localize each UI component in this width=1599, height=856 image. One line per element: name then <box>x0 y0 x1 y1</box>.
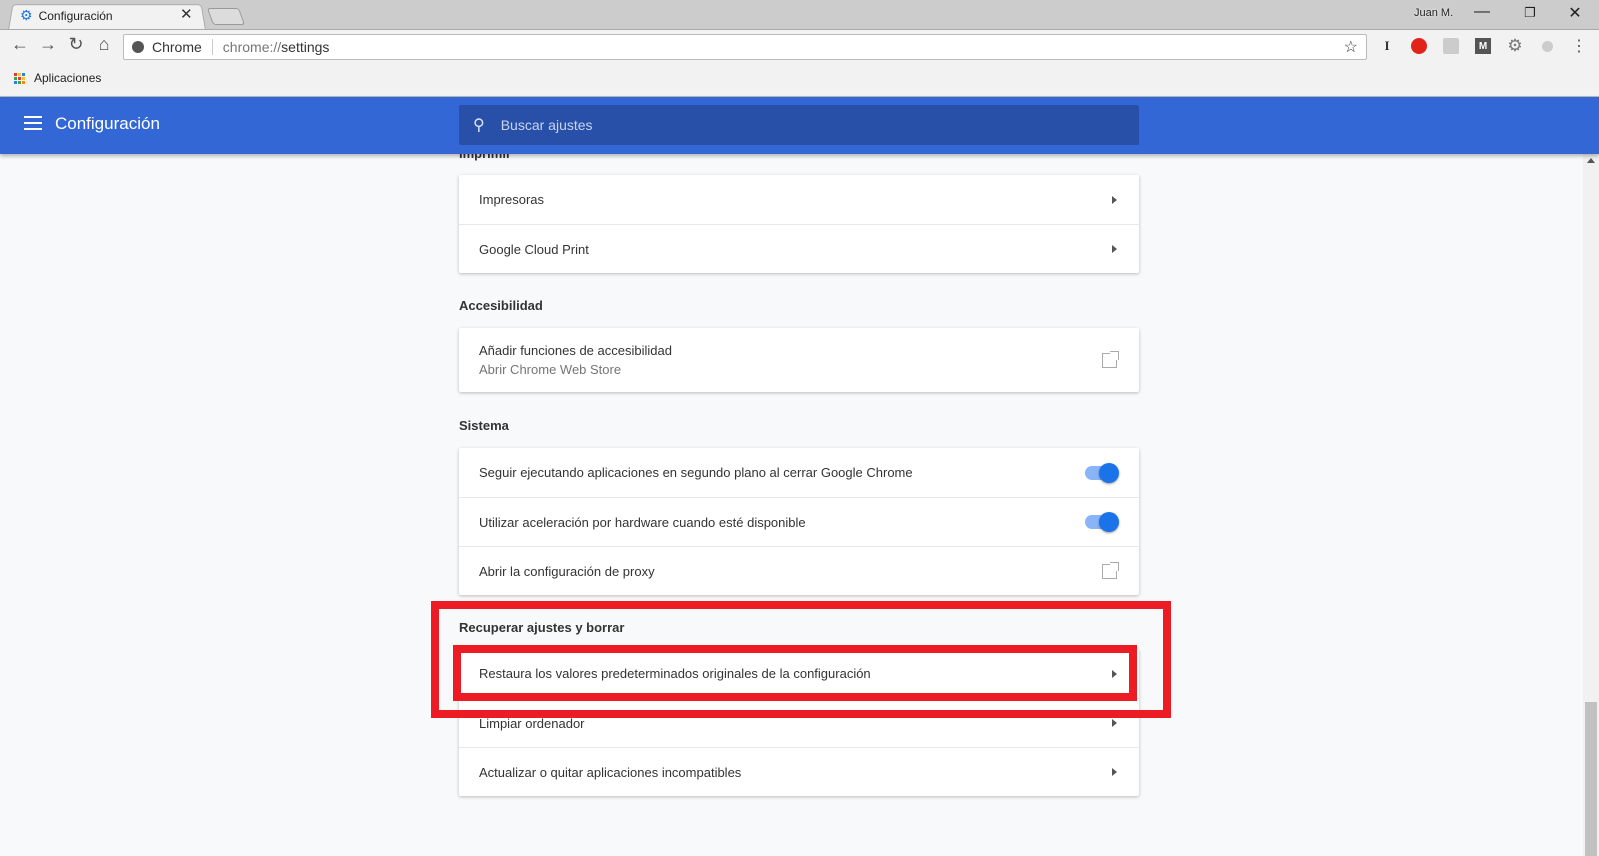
section-heading-accesibilidad: Accesibilidad <box>459 298 543 313</box>
row-label: Restaura los valores predeterminados ori… <box>479 666 871 681</box>
arrow-right-icon <box>1112 719 1117 727</box>
row-label: Utilizar aceleración por hardware cuando… <box>479 514 806 530</box>
tab-title: Configuración <box>38 8 113 23</box>
close-window-icon[interactable]: ✕ <box>1560 3 1590 23</box>
open-external-icon <box>1102 561 1119 579</box>
page-title: Configuración <box>55 114 160 133</box>
row-hardware-acceleration: Utilizar aceleración por hardware cuando… <box>459 497 1139 546</box>
row-google-cloud-print[interactable]: Google Cloud Print <box>459 224 1139 273</box>
minimize-icon[interactable]: — <box>1467 3 1497 21</box>
row-background-apps: Seguir ejecutando aplicaciones en segund… <box>459 448 1139 497</box>
instapaper-icon[interactable]: I <box>1377 36 1397 56</box>
tab-strip: ⚙ Configuración ✕ Juan M. — ❐ ✕ <box>0 0 1599 30</box>
arrow-right-icon <box>1112 669 1117 678</box>
adblock-icon[interactable] <box>1409 36 1429 56</box>
reload-icon[interactable]: ↻ <box>64 34 88 55</box>
url-prefix: chrome:// <box>222 39 282 55</box>
row-label: Google Cloud Print <box>479 241 589 257</box>
settings-header: Configuración ⚲ Buscar ajustes <box>0 97 1599 154</box>
tab-settings[interactable]: ⚙ Configuración <box>20 7 113 24</box>
new-tab-button[interactable] <box>206 8 246 25</box>
row-proxy-settings[interactable]: Abrir la configuración de proxy <box>459 546 1139 595</box>
url-path: settings <box>281 39 330 55</box>
row-accessibility-features[interactable]: Añadir funciones de accesibilidad Abrir C… <box>459 328 1139 392</box>
row-incompatible-apps[interactable]: Actualizar o quitar aplicaciones incompa… <box>459 747 1139 796</box>
close-tab-icon[interactable]: ✕ <box>180 5 193 23</box>
card-accesibilidad: Añadir funciones de accesibilidad Abrir C… <box>459 328 1139 392</box>
row-restore-defaults[interactable]: Restaura los valores predeterminados ori… <box>459 649 1139 698</box>
bookmark-label: Aplicaciones <box>34 71 102 85</box>
search-placeholder: Buscar ajustes <box>500 117 593 133</box>
section-heading-sistema: Sistema <box>459 418 509 433</box>
address-bar[interactable]: Chrome chrome://settings ☆ <box>123 34 1367 60</box>
star-icon[interactable]: ☆ <box>1344 37 1358 57</box>
extension-icon[interactable] <box>1537 36 1557 56</box>
row-impresoras[interactable]: Impresoras <box>459 175 1139 224</box>
menu-dots-icon[interactable]: ⋮ <box>1569 36 1589 56</box>
row-label: Añadir funciones de accesibilidad <box>479 343 672 358</box>
arrow-right-icon <box>1112 195 1117 204</box>
row-label: Impresoras <box>479 192 545 207</box>
row-sublabel: Abrir Chrome Web Store <box>479 362 622 377</box>
chrome-icon <box>132 41 144 53</box>
site-chip: Chrome <box>152 39 202 55</box>
forward-icon[interactable]: → <box>36 34 60 55</box>
open-external-icon <box>1102 350 1119 368</box>
scrollbar-thumb[interactable] <box>1585 702 1597 856</box>
search-icon: ⚲ <box>473 117 485 134</box>
search-input[interactable]: ⚲ Buscar ajustes <box>459 105 1139 145</box>
arrow-right-icon <box>1112 245 1117 253</box>
gear-icon: ⚙ <box>20 7 33 23</box>
divider <box>211 39 213 55</box>
scrollbar[interactable] <box>1583 154 1599 856</box>
card-imprimir: Impresoras Google Cloud Print <box>459 175 1139 273</box>
apps-grid-icon <box>14 72 25 84</box>
profile-button[interactable]: Juan M. <box>1414 7 1453 19</box>
arrow-right-icon <box>1112 768 1117 776</box>
bookmark-apps[interactable]: Aplicaciones <box>14 71 101 85</box>
restore-icon[interactable]: ❐ <box>1515 5 1545 21</box>
background-apps-toggle[interactable] <box>1085 462 1119 483</box>
rss-icon[interactable] <box>1441 36 1461 56</box>
card-sistema: Seguir ejecutando aplicaciones en segund… <box>459 448 1139 595</box>
card-recuperar: Restaura los valores predeterminados ori… <box>459 649 1139 796</box>
bookmarks-bar: Aplicaciones <box>0 63 1599 97</box>
mega-icon[interactable]: M <box>1473 36 1493 56</box>
back-icon[interactable]: ← <box>8 34 32 55</box>
gear-extension-icon[interactable]: ⚙ <box>1505 36 1525 56</box>
row-clean-computer[interactable]: Limpiar ordenador <box>459 698 1139 747</box>
home-icon[interactable]: ⌂ <box>92 34 116 55</box>
row-label: Abrir la configuración de proxy <box>479 563 655 579</box>
section-heading-recuperar: Recuperar ajustes y borrar <box>459 620 625 635</box>
row-label: Seguir ejecutando aplicaciones en segund… <box>479 465 913 480</box>
toolbar: ← → ↻ ⌂ Chrome chrome://settings ☆ I M ⚙… <box>0 29 1599 63</box>
row-label: Limpiar ordenador <box>479 715 585 731</box>
hardware-acceleration-toggle[interactable] <box>1085 512 1119 532</box>
row-label: Actualizar o quitar aplicaciones incompa… <box>479 764 742 780</box>
hamburger-menu-icon[interactable] <box>24 116 42 130</box>
scroll-up-icon[interactable] <box>1587 158 1595 163</box>
